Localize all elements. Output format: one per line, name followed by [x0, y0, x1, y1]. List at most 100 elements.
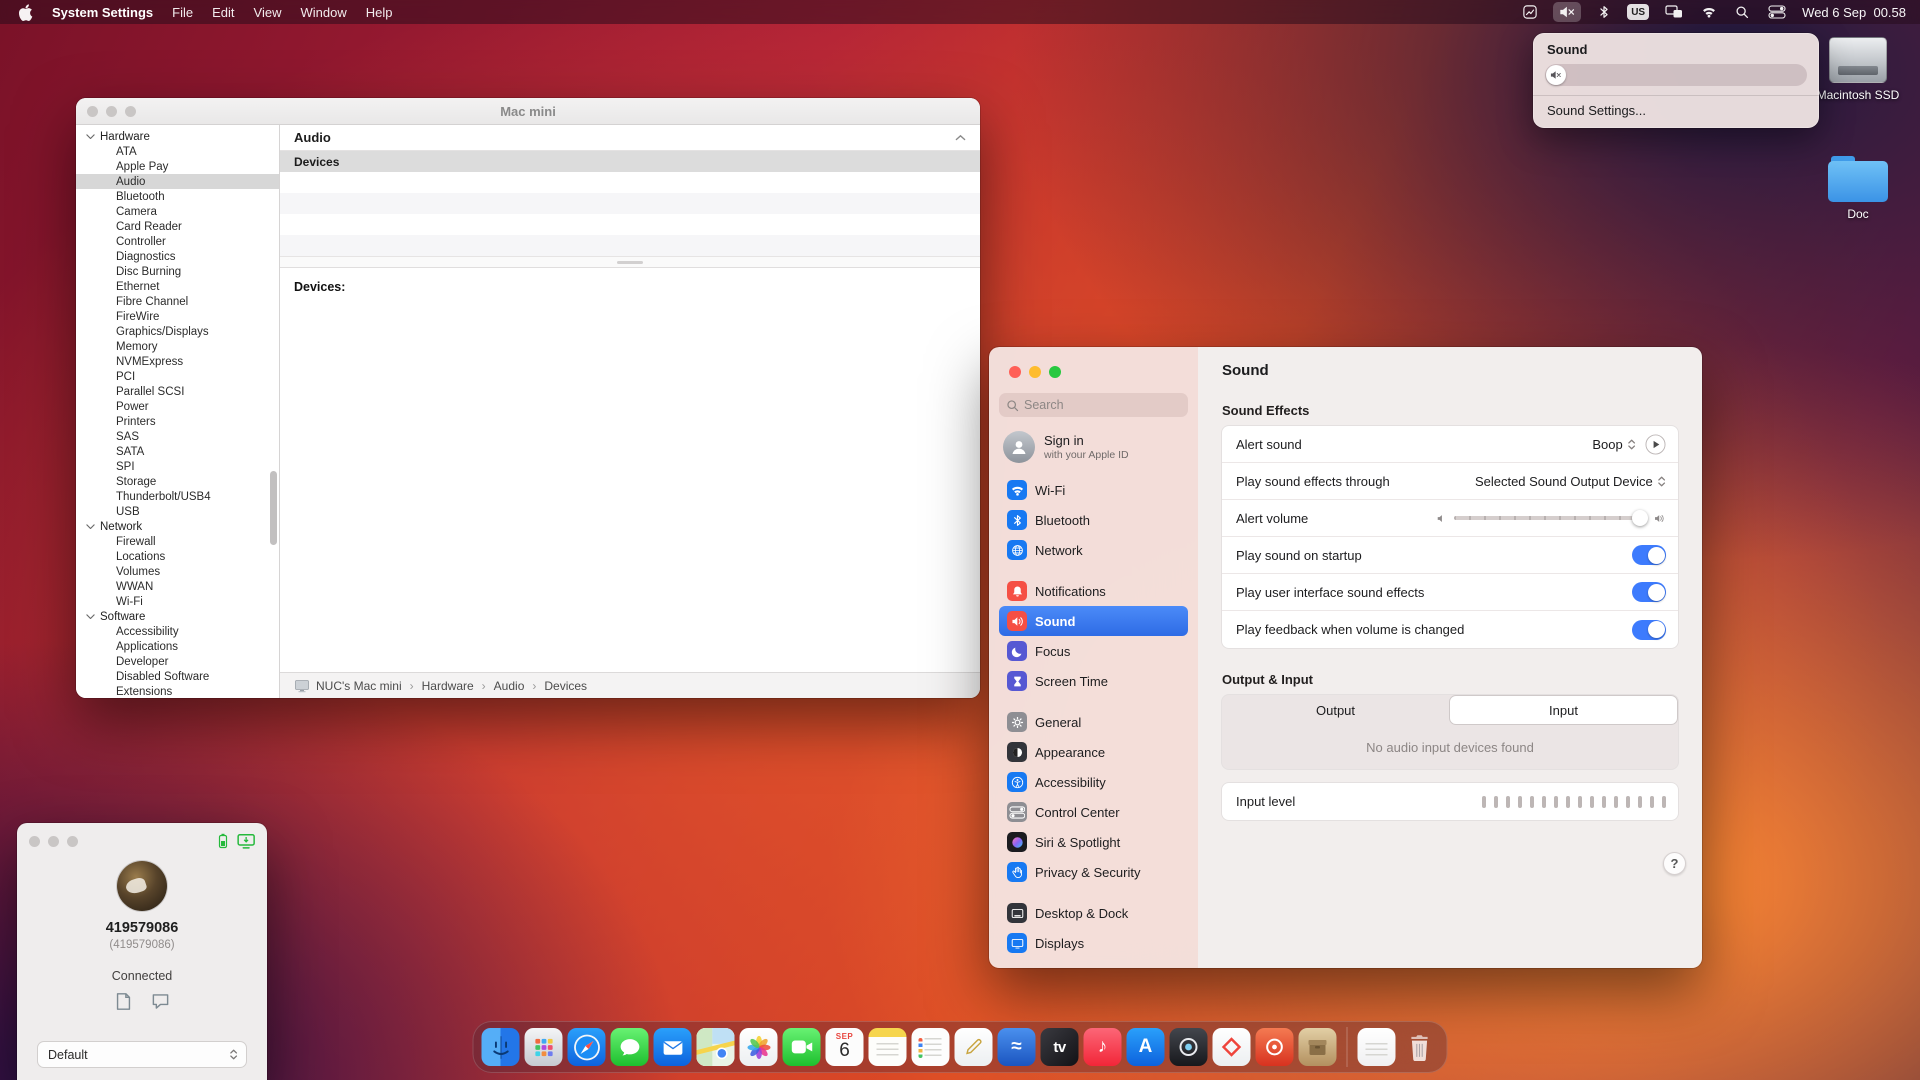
- window-titlebar[interactable]: Mac mini: [76, 98, 980, 125]
- apple-id-signin[interactable]: Sign in with your Apple ID: [999, 417, 1188, 475]
- sidebar-item-apple-pay[interactable]: Apple Pay: [76, 159, 279, 174]
- sidebar-item-focus[interactable]: Focus: [999, 636, 1188, 666]
- dock-item-mail[interactable]: [654, 1028, 692, 1066]
- table-row[interactable]: [280, 193, 980, 214]
- chevron-up-icon[interactable]: [955, 134, 966, 141]
- sidebar-item-sound[interactable]: Sound: [999, 606, 1188, 636]
- bluetooth-icon[interactable]: [1594, 2, 1614, 22]
- pane-splitter[interactable]: [280, 256, 980, 268]
- startup-sound-toggle[interactable]: [1632, 545, 1666, 565]
- table-row[interactable]: [280, 214, 980, 235]
- table-row-devices[interactable]: Devices: [280, 151, 980, 172]
- sidebar-item-wi-fi[interactable]: Wi-Fi: [76, 594, 279, 609]
- zoom-button[interactable]: [1049, 366, 1061, 378]
- desktop-icon-doc[interactable]: Doc: [1813, 156, 1903, 221]
- sidebar-item-audio[interactable]: Audio: [76, 174, 279, 189]
- sidebar-item-network[interactable]: Network: [999, 535, 1188, 565]
- desktop-icon-macintosh-ssd[interactable]: Macintosh SSD: [1813, 37, 1903, 102]
- play-through-popup[interactable]: Selected Sound Output Device: [1475, 474, 1666, 489]
- dock-item-textedit[interactable]: [1358, 1028, 1396, 1066]
- sidebar-item-card-reader[interactable]: Card Reader: [76, 219, 279, 234]
- dock-item-calendar[interactable]: SEP6: [826, 1028, 864, 1066]
- sidebar-item-pci[interactable]: PCI: [76, 369, 279, 384]
- apple-menu-icon[interactable]: [18, 4, 33, 21]
- menu-file[interactable]: File: [172, 5, 193, 20]
- table-row[interactable]: [280, 172, 980, 193]
- sidebar-item-ata[interactable]: ATA: [76, 144, 279, 159]
- volume-feedback-toggle[interactable]: [1632, 620, 1666, 640]
- sidebar-item-disc-burning[interactable]: Disc Burning: [76, 264, 279, 279]
- search-field[interactable]: [999, 393, 1188, 417]
- menu-bar-clock[interactable]: Wed 6 Sep 00.58: [1802, 5, 1906, 20]
- dock-item-archive-utility[interactable]: [1299, 1028, 1337, 1066]
- dock-item-photo-booth[interactable]: [1170, 1028, 1208, 1066]
- displays-icon[interactable]: [1662, 2, 1686, 22]
- sidebar-item-extensions[interactable]: Extensions: [76, 684, 279, 698]
- sidebar-item-bluetooth[interactable]: Bluetooth: [76, 189, 279, 204]
- sidebar-item-wi-fi[interactable]: Wi-Fi: [999, 475, 1188, 505]
- sidebar-item-notifications[interactable]: Notifications: [999, 576, 1188, 606]
- sysinfo-section-header[interactable]: Audio: [280, 125, 980, 151]
- segment-output[interactable]: Output: [1222, 695, 1449, 725]
- sidebar-item-wwan[interactable]: WWAN: [76, 579, 279, 594]
- menu-view[interactable]: View: [254, 5, 282, 20]
- sidebar-item-thunderbolt-usb4[interactable]: Thunderbolt/USB4: [76, 489, 279, 504]
- play-alert-sound-button[interactable]: [1645, 434, 1666, 455]
- minimize-button[interactable]: [1029, 366, 1041, 378]
- dock-item-safari[interactable]: [568, 1028, 606, 1066]
- sidebar-item-firewire[interactable]: FireWire: [76, 309, 279, 324]
- control-center-icon[interactable]: [1765, 2, 1789, 22]
- help-button[interactable]: ?: [1663, 852, 1686, 875]
- close-button[interactable]: [1009, 366, 1021, 378]
- zoom-button[interactable]: [67, 836, 78, 847]
- segment-input[interactable]: Input: [1449, 695, 1678, 725]
- sidebar-item-siri-spotlight[interactable]: Siri & Spotlight: [999, 827, 1188, 857]
- sidebar-item-screen-time[interactable]: Screen Time: [999, 666, 1188, 696]
- close-button[interactable]: [29, 836, 40, 847]
- wifi-icon[interactable]: [1699, 2, 1719, 22]
- sidebar-item-disabled-software[interactable]: Disabled Software: [76, 669, 279, 684]
- sidebar-item-control-center[interactable]: Control Center: [999, 797, 1188, 827]
- dock-item-notes[interactable]: [869, 1028, 907, 1066]
- dock-item-anydesk[interactable]: [1213, 1028, 1251, 1066]
- menu-edit[interactable]: Edit: [212, 5, 234, 20]
- sidebar-item-graphics-displays[interactable]: Graphics/Displays: [76, 324, 279, 339]
- sidebar-item-power[interactable]: Power: [76, 399, 279, 414]
- dock-item-reminders[interactable]: [912, 1028, 950, 1066]
- sidebar-item-nvmexpress[interactable]: NVMExpress: [76, 354, 279, 369]
- ui-sounds-toggle[interactable]: [1632, 582, 1666, 602]
- breadcrumb-item-nuc-s-mac-mini[interactable]: NUC's Mac mini: [316, 679, 402, 693]
- dock-item-app-store[interactable]: A: [1127, 1028, 1165, 1066]
- sidebar-item-controller[interactable]: Controller: [76, 234, 279, 249]
- sound-settings-link[interactable]: Sound Settings...: [1533, 96, 1819, 125]
- search-input[interactable]: [1024, 398, 1181, 412]
- menu-window[interactable]: Window: [300, 5, 346, 20]
- sidebar-item-storage[interactable]: Storage: [76, 474, 279, 489]
- dock-item-garageband[interactable]: ≈: [998, 1028, 1036, 1066]
- sidebar-item-usb[interactable]: USB: [76, 504, 279, 519]
- dock-item-messages[interactable]: [611, 1028, 649, 1066]
- volume-muted-icon[interactable]: [1553, 2, 1582, 22]
- activity-chart-icon[interactable]: [1520, 2, 1540, 22]
- dock-item-facetime[interactable]: [783, 1028, 821, 1066]
- sysinfo-group-hardware[interactable]: Hardware: [76, 129, 279, 144]
- table-row[interactable]: [280, 235, 980, 256]
- alert-sound-popup[interactable]: Boop: [1592, 437, 1636, 452]
- sidebar-item-accessibility[interactable]: Accessibility: [999, 767, 1188, 797]
- chat-icon[interactable]: [151, 992, 170, 1011]
- sidebar-item-firewall[interactable]: Firewall: [76, 534, 279, 549]
- sidebar-item-fibre-channel[interactable]: Fibre Channel: [76, 294, 279, 309]
- sidebar-scrollbar[interactable]: [270, 471, 277, 545]
- sidebar-item-spi[interactable]: SPI: [76, 459, 279, 474]
- breadcrumb-item-audio[interactable]: Audio: [494, 679, 525, 693]
- dock-item-music[interactable]: ♪: [1084, 1028, 1122, 1066]
- dock-item-launchpad[interactable]: [525, 1028, 563, 1066]
- file-transfer-icon[interactable]: [114, 992, 133, 1011]
- disclosure-triangle-icon[interactable]: [86, 614, 95, 619]
- sidebar-item-appearance[interactable]: Appearance: [999, 737, 1188, 767]
- sidebar-item-printers[interactable]: Printers: [76, 414, 279, 429]
- spotlight-icon[interactable]: [1732, 2, 1752, 22]
- disclosure-triangle-icon[interactable]: [86, 524, 95, 529]
- sysinfo-group-software[interactable]: Software: [76, 609, 279, 624]
- dock-item-tv[interactable]: tv: [1041, 1028, 1079, 1066]
